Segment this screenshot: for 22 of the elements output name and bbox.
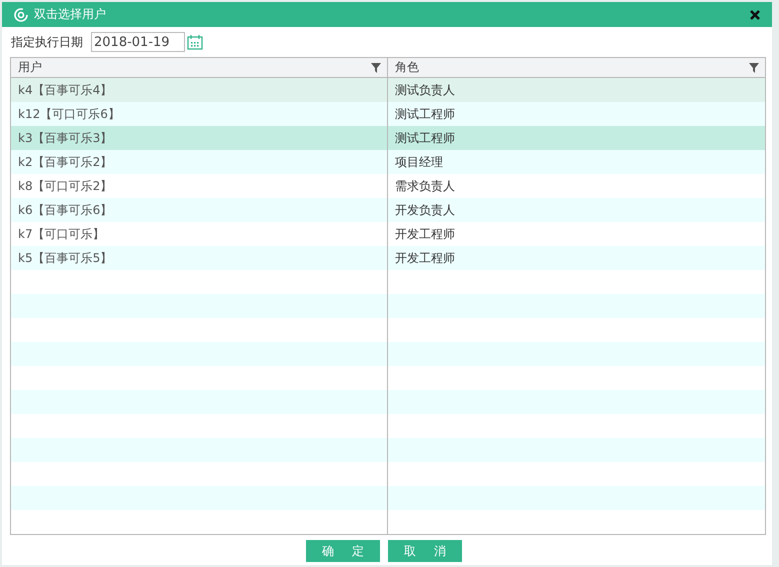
user-cell[interactable]: k3【百事可乐3】 <box>11 126 388 150</box>
filter-icon[interactable] <box>749 62 759 72</box>
role-cell[interactable]: 开发工程师 <box>388 246 765 270</box>
user-cell[interactable]: k6【百事可乐6】 <box>11 198 388 222</box>
role-cell[interactable]: 测试负责人 <box>388 78 765 102</box>
calendar-icon[interactable] <box>187 34 203 50</box>
role-cell[interactable]: 测试工程师 <box>388 126 765 150</box>
role-cell[interactable]: 开发负责人 <box>388 198 765 222</box>
swirl-icon <box>14 8 28 22</box>
user-cell[interactable]: k4【百事可乐4】 <box>11 78 388 102</box>
role-cell[interactable]: 测试工程师 <box>388 102 765 126</box>
role-cell[interactable]: 项目经理 <box>388 150 765 174</box>
date-label: 指定执行日期 <box>11 34 83 50</box>
filter-icon[interactable] <box>371 62 381 72</box>
user-cell[interactable]: k12【可口可乐6】 <box>11 102 388 126</box>
close-button[interactable] <box>748 8 762 22</box>
user-cell[interactable]: k2【百事可乐2】 <box>11 150 388 174</box>
user-cell[interactable]: k5【百事可乐5】 <box>11 246 388 270</box>
column-header[interactable]: 角色 <box>388 58 765 77</box>
column-header[interactable]: 用户 <box>11 58 388 77</box>
date-field[interactable]: 2018-01-19 <box>91 32 185 52</box>
window-title: 双击选择用户 <box>34 6 107 23</box>
